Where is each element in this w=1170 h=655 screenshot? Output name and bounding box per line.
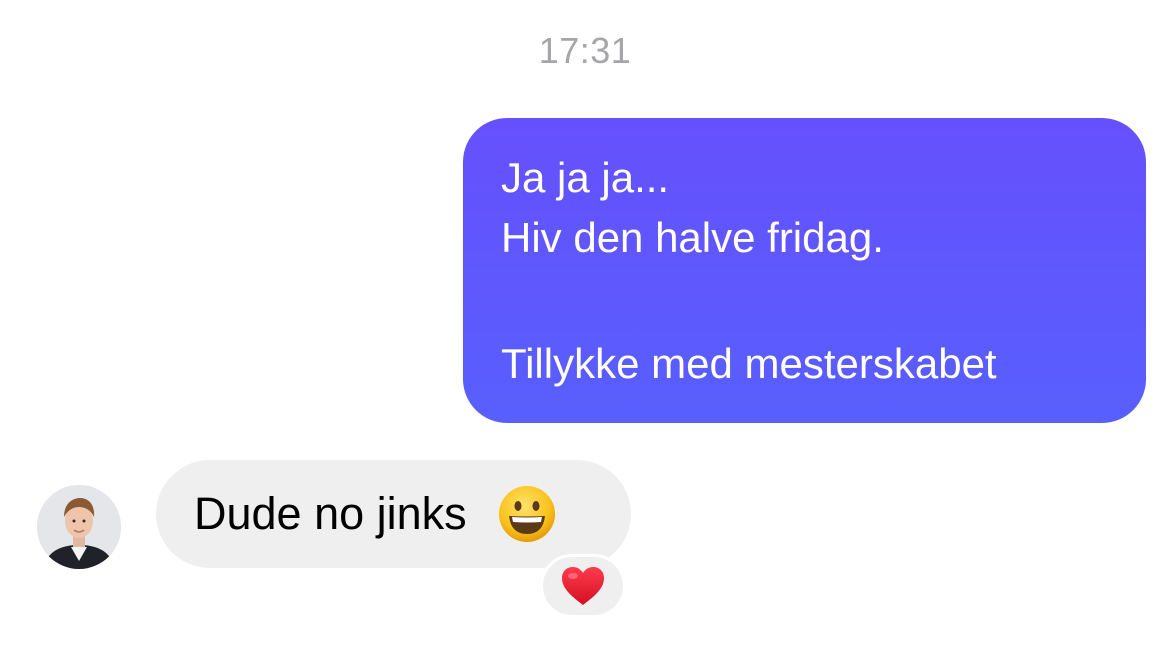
message-timestamp: 17:31 — [538, 30, 632, 71]
outgoing-message-line: Tillykke med mesterskabet — [501, 340, 997, 387]
incoming-message-text: Dude no jinks — [194, 488, 467, 539]
person-photo-icon — [37, 485, 121, 569]
incoming-message-bubble[interactable]: Dude no jinks — [156, 460, 631, 568]
contact-avatar[interactable] — [37, 485, 121, 569]
red-heart-icon — [562, 567, 604, 605]
outgoing-message-line: Ja ja ja... — [501, 154, 670, 201]
heart-reaction-badge[interactable] — [540, 554, 626, 618]
outgoing-message-line — [501, 274, 1110, 334]
outgoing-message-line: Hiv den halve fridag. — [501, 214, 884, 261]
grinning-face-emoji-icon — [498, 486, 555, 542]
outgoing-message-bubble[interactable]: Ja ja ja... Hiv den halve fridag. Tillyk… — [463, 118, 1146, 423]
